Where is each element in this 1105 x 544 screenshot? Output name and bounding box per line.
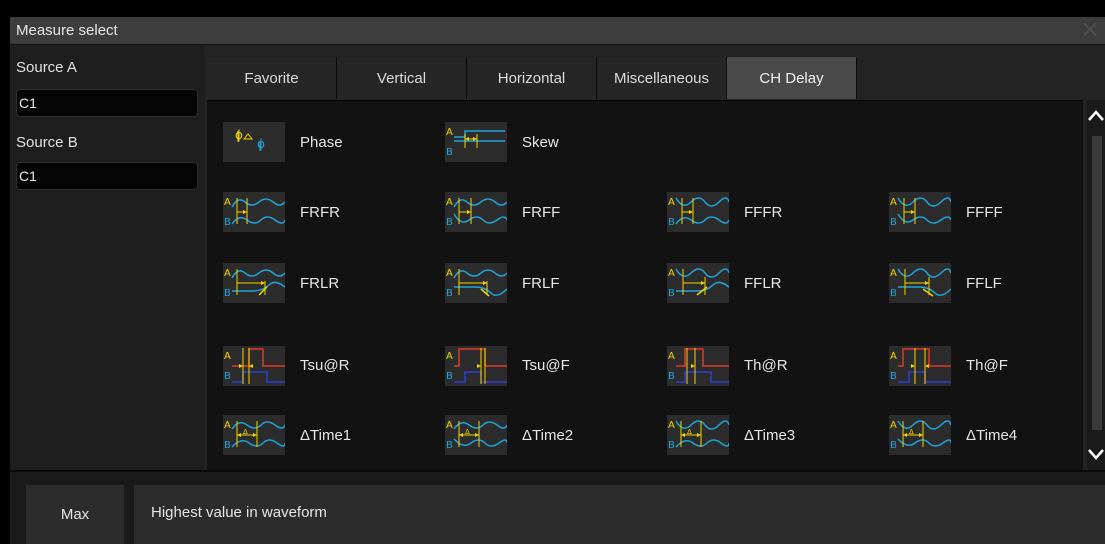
fflf-icon: A B (889, 263, 951, 303)
scroll-up-icon[interactable] (1087, 106, 1105, 126)
fffr-label: FFFR (744, 204, 783, 221)
dtime3-icon: A B Δ (667, 415, 729, 455)
svg-text:Δ: Δ (465, 428, 470, 436)
dtime1-label: ΔTime1 (300, 427, 352, 444)
svg-text:B: B (668, 288, 675, 299)
svg-text:B: B (446, 217, 453, 228)
measure-select-dialog: Measure select ✕ Source A C1 Source B C1… (10, 17, 1105, 544)
svg-text:B: B (224, 217, 231, 228)
svg-text:B: B (668, 440, 675, 451)
svg-text:A: A (668, 351, 675, 362)
svg-text:A: A (446, 268, 453, 279)
ffff-label: FFFF (966, 204, 1003, 221)
scrollbar-thumb[interactable] (1092, 136, 1102, 430)
frfr-label: FRFR (300, 204, 340, 221)
svg-text:ϕ: ϕ (235, 128, 243, 142)
tab-ch-delay[interactable]: CH Delay (727, 57, 857, 99)
ffff-icon: A B (889, 192, 951, 232)
skew-icon: A B (445, 122, 507, 162)
dtime2-label: ΔTime2 (522, 427, 574, 444)
tab-favorite[interactable]: Favorite (207, 57, 337, 99)
close-icon[interactable]: ✕ (1075, 17, 1105, 44)
dtime3-label: ΔTime3 (744, 427, 796, 444)
title-bar: Measure select ✕ (10, 17, 1105, 45)
category-tabs: Favorite Vertical Horizontal Miscellaneo… (207, 57, 857, 99)
phase-label: Phase (300, 134, 343, 151)
svg-text:B: B (668, 371, 675, 382)
svg-text:B: B (446, 147, 453, 158)
th-r-label: Th@R (744, 357, 788, 374)
svg-text:Δ: Δ (687, 428, 692, 436)
tsu-f-label: Tsu@F (522, 357, 570, 374)
svg-text:A: A (446, 197, 453, 208)
selected-measure-description: Highest value in waveform (134, 485, 1105, 544)
frlf-label: FRLF (522, 275, 560, 292)
tab-horizontal[interactable]: Horizontal (467, 57, 597, 99)
svg-text:Δ: Δ (243, 428, 248, 436)
svg-text:A: A (224, 268, 231, 279)
svg-text:A: A (224, 420, 231, 431)
scrollbar[interactable] (1087, 100, 1105, 470)
svg-text:A: A (446, 127, 453, 138)
dtime4-label: ΔTime4 (966, 427, 1018, 444)
svg-text:A: A (224, 351, 231, 362)
tab-vertical[interactable]: Vertical (337, 57, 467, 99)
tsu-r-label: Tsu@R (300, 357, 350, 374)
selected-measure-name: Max (26, 485, 124, 544)
fffr-icon: A B (667, 192, 729, 232)
frff-icon: A B (445, 192, 507, 232)
phase-icon: ϕ ϕ (223, 122, 285, 162)
dtime2-icon: A B Δ (445, 415, 507, 455)
dtime4-icon: A B Δ (889, 415, 951, 455)
info-panel: Max Highest value in waveform (10, 472, 1105, 544)
source-b-label: Source B (16, 134, 78, 151)
fflr-label: FFLR (744, 275, 782, 292)
svg-text:B: B (446, 288, 453, 299)
svg-text:A: A (446, 351, 453, 362)
frlf-icon: A B (445, 263, 507, 303)
th-f-icon: A B (889, 346, 951, 386)
svg-text:B: B (224, 371, 231, 382)
svg-text:B: B (890, 217, 897, 228)
tsu-f-icon: A B (445, 346, 507, 386)
svg-text:B: B (446, 440, 453, 451)
svg-text:ϕ: ϕ (257, 137, 265, 151)
source-panel: Source A C1 Source B C1 (10, 46, 204, 470)
svg-text:B: B (224, 440, 231, 451)
dtime1-icon: A B Δ (223, 415, 285, 455)
source-a-label: Source A (16, 59, 77, 76)
svg-text:A: A (890, 197, 897, 208)
svg-text:B: B (446, 371, 453, 382)
svg-text:A: A (890, 268, 897, 279)
frlr-icon: A B (223, 263, 285, 303)
svg-text:A: A (668, 197, 675, 208)
th-r-icon: A B (667, 346, 729, 386)
svg-text:B: B (668, 217, 675, 228)
dialog-title: Measure select (16, 22, 118, 39)
frlr-label: FRLR (300, 275, 340, 292)
tsu-r-icon: A B (223, 346, 285, 386)
svg-text:B: B (224, 288, 231, 299)
skew-label: Skew (522, 134, 559, 151)
fflf-label: FFLF (966, 275, 1002, 292)
tab-miscellaneous[interactable]: Miscellaneous (597, 57, 727, 99)
measurement-grid: ϕ ϕ Phase A B Skew A B FRFR A B FRFF A B… (207, 100, 1083, 471)
svg-text:B: B (890, 288, 897, 299)
svg-text:B: B (890, 440, 897, 451)
svg-text:A: A (224, 197, 231, 208)
svg-text:A: A (890, 420, 897, 431)
fflr-icon: A B (667, 263, 729, 303)
svg-text:A: A (446, 420, 453, 431)
source-b-field[interactable]: C1 (16, 162, 198, 190)
source-a-field[interactable]: C1 (16, 89, 198, 117)
scroll-down-icon[interactable] (1087, 444, 1105, 464)
th-f-label: Th@F (966, 357, 1008, 374)
svg-text:B: B (890, 371, 897, 382)
svg-text:A: A (668, 420, 675, 431)
svg-text:A: A (890, 351, 897, 362)
frff-label: FRFF (522, 204, 561, 221)
svg-text:Δ: Δ (909, 428, 914, 436)
frfr-icon: A B (223, 192, 285, 232)
svg-text:A: A (668, 268, 675, 279)
